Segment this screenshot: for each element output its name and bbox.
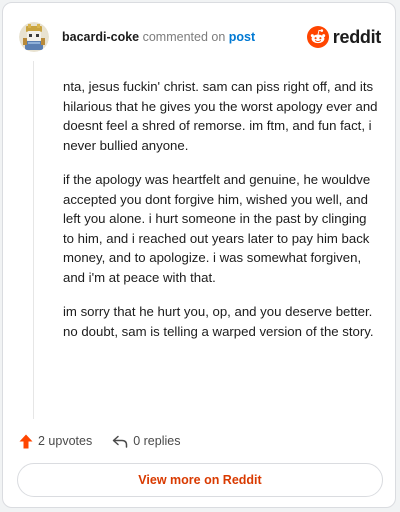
comment-actions: 2 upvotes 0 replies (19, 431, 180, 451)
thread-line (33, 61, 34, 419)
comment-meta: bacardi-coke commented on post (62, 29, 255, 45)
comment-paragraph: nta, jesus fuckin' christ. sam can piss … (63, 79, 378, 153)
upvote-count: 2 upvotes (38, 434, 93, 448)
avatar-image (19, 22, 49, 52)
reddit-wordmark: reddit (332, 26, 382, 47)
reply-button[interactable]: 0 replies (112, 434, 180, 448)
comment-header: bacardi-coke commented on post reddit (19, 21, 381, 53)
upvote-button[interactable]: 2 upvotes (19, 434, 92, 449)
reddit-comment-card: bacardi-coke commented on post reddit nt… (2, 2, 396, 508)
action-text: commented on (142, 30, 226, 44)
reddit-snoo-icon (306, 26, 329, 48)
comment-paragraph: if the apology was heartfelt and genuine… (63, 172, 371, 285)
user-avatar[interactable] (19, 22, 49, 52)
reddit-logo[interactable]: reddit (306, 26, 382, 48)
comment-body: nta, jesus fuckin' christ. sam can piss … (63, 77, 381, 356)
view-more-on-reddit-button[interactable]: View more on Reddit (17, 463, 383, 497)
post-link[interactable]: post (229, 30, 255, 44)
username-link[interactable]: bacardi-coke (62, 30, 139, 44)
reply-count: 0 replies (133, 434, 181, 448)
upvote-arrow-icon (19, 434, 33, 448)
comment-paragraph: im sorry that he hurt you, op, and you d… (63, 304, 374, 339)
reply-arrow-icon (112, 435, 128, 448)
